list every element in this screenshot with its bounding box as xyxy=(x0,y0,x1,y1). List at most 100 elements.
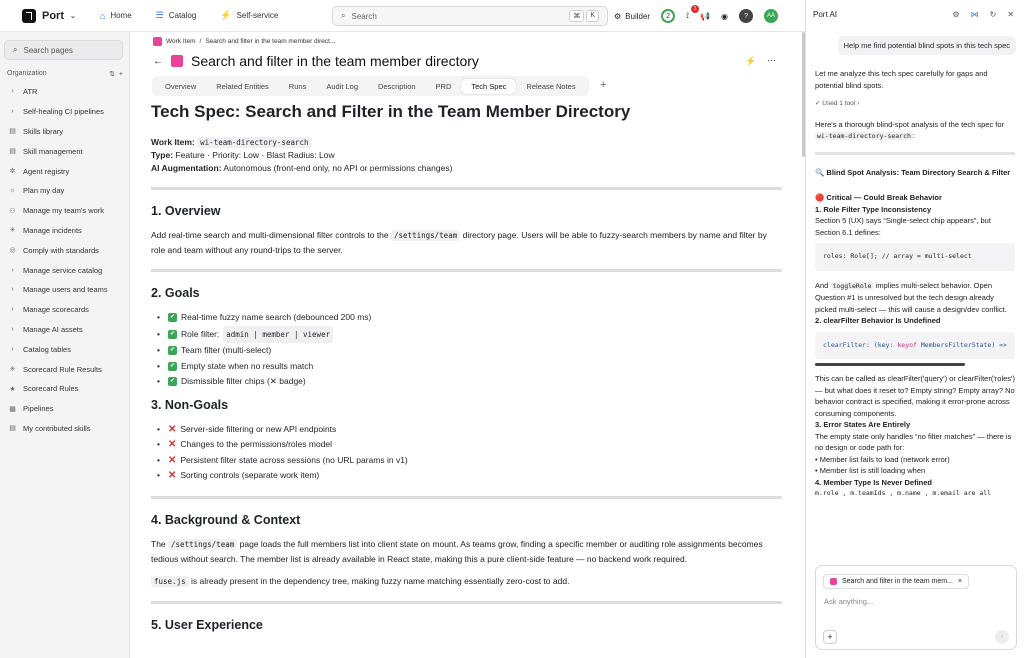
breadcrumb-root[interactable]: Work Item xyxy=(166,38,196,45)
check-icon: ✔ xyxy=(167,361,177,371)
sidebar-item-icon: ▤ xyxy=(9,128,16,136)
list-item: ✕Server-side filtering or new API endpoi… xyxy=(157,422,782,438)
type-value: Feature · Priority: Low · Blast Radius: … xyxy=(175,150,335,160)
sidebar-item[interactable]: › Manage service catalog xyxy=(0,260,129,280)
check-icon: ✔ xyxy=(167,329,177,339)
sidebar-item[interactable]: ▤ Skill management xyxy=(0,141,129,161)
port-logo[interactable]: Port ⌄ xyxy=(22,8,76,23)
global-search-input[interactable]: ⌕ Search ⌘ K xyxy=(332,6,608,26)
close-icon[interactable]: × xyxy=(958,578,962,585)
section-actions[interactable]: ⇅ + xyxy=(109,70,123,78)
sidebar-item[interactable]: ☼ Plan my day xyxy=(0,181,129,201)
sidebar-item-label: Self-healing CI pipelines xyxy=(23,107,104,117)
main-content: Work Item / Search and filter in the team … xyxy=(130,32,805,658)
sidebar-item[interactable]: ★ Scorecard Rules xyxy=(0,379,129,399)
nav-self-service-label: Self-service xyxy=(236,11,279,20)
issue-3-text: The empty state only handles “no filter … xyxy=(815,431,1012,453)
issue-4-text: m.role , m.teamIds , m.name , m.email ar… xyxy=(815,489,992,497)
add-tab-icon[interactable]: + xyxy=(600,79,606,91)
tab-bar: Overview Related Entities Runs Audit Log Des… xyxy=(152,76,589,96)
sidebar-item[interactable]: ⚇ Manage my team's work xyxy=(0,201,129,221)
sidebar-item[interactable]: ✳ Manage incidents xyxy=(0,221,129,241)
sidebar-item[interactable]: ▤ Skills library xyxy=(0,122,129,142)
tab-overview[interactable]: Overview xyxy=(155,79,206,94)
code-scrollbar[interactable] xyxy=(815,363,965,366)
sidebar-item-label: Agent registry xyxy=(23,166,70,176)
sidebar-item[interactable]: ◎ Comply with standards xyxy=(0,240,129,260)
sidebar-item-icon: ✲ xyxy=(9,168,16,176)
sidebar-item[interactable]: › ATR xyxy=(0,82,129,102)
tech-spec-document: Tech Spec: Search and Filter in the Team… xyxy=(151,100,782,642)
check-icon: ✔ xyxy=(167,377,177,387)
eye-icon[interactable]: ◉ xyxy=(721,12,728,21)
sidebar-item-icon: ★ xyxy=(9,385,16,393)
cube-icon xyxy=(830,578,837,585)
announcements-icon[interactable]: 📢 xyxy=(700,12,710,21)
tab-audit-log[interactable]: Audit Log xyxy=(316,79,368,94)
tab-related-entities[interactable]: Related Entities xyxy=(206,79,279,94)
sidebar-item[interactable]: › Self-healing CI pipelines xyxy=(0,102,129,122)
refresh-icon[interactable]: ↻ xyxy=(990,10,997,19)
vscode-icon[interactable]: ⋈ xyxy=(971,10,979,19)
nav-catalog[interactable]: ☰ Catalog xyxy=(156,10,197,21)
page-title-text: Search and filter in the team member dir… xyxy=(191,53,479,69)
cross-icon: ✕ xyxy=(167,423,177,435)
builder-button[interactable]: ⚙ Builder xyxy=(614,12,650,21)
sidebar-items: › ATR › Self-healing CI pipelines ▤ Skills li… xyxy=(0,82,129,438)
background-heading: 4. Background & Context xyxy=(151,512,301,527)
add-attachment-button[interactable]: + xyxy=(823,630,837,644)
sidebar-item-icon: ☼ xyxy=(9,187,16,195)
sidebar-item-icon: › xyxy=(11,306,14,314)
sidebar-item-icon: › xyxy=(11,286,14,294)
cube-icon xyxy=(153,37,162,46)
chevron-down-icon[interactable]: ⌄ xyxy=(70,12,76,20)
tab-prd[interactable]: PRD xyxy=(426,79,462,94)
settings-icon[interactable]: ⚙ xyxy=(952,10,959,19)
sidebar-item-label: Manage service catalog xyxy=(23,265,103,275)
sidebar-item-label: Plan my day xyxy=(23,186,65,196)
breadcrumb: Work Item / Search and filter in the team … xyxy=(153,37,335,46)
tool-usage-toggle[interactable]: ✓ Used 1 tool › xyxy=(815,98,1015,110)
more-icon[interactable]: ⋯ xyxy=(767,55,776,66)
back-arrow-icon[interactable]: ← xyxy=(153,56,163,67)
tab-description[interactable]: Description xyxy=(368,79,426,94)
nav-home[interactable]: ⌂ Home xyxy=(100,11,132,21)
sidebar-search-input[interactable]: ⌕ Search pages xyxy=(4,40,123,60)
search-icon: ⌕ xyxy=(341,11,346,20)
sidebar-item-icon: › xyxy=(11,88,14,96)
sidebar-item[interactable]: ▦ Pipelines xyxy=(0,399,129,419)
sidebar-item[interactable]: › Manage users and teams xyxy=(0,280,129,300)
bolt-icon: ⚡ xyxy=(220,10,232,20)
tab-runs[interactable]: Runs xyxy=(279,79,317,94)
close-icon[interactable]: ✕ xyxy=(1007,10,1014,19)
sidebar-item-label: Skill management xyxy=(23,146,83,156)
ai-label: AI Augmentation: xyxy=(151,163,222,173)
sidebar-item[interactable]: ✲ Agent registry xyxy=(0,161,129,181)
tab-tech-spec[interactable]: Tech Spec xyxy=(461,78,517,94)
tab-release-notes[interactable]: Release Notes xyxy=(516,79,585,94)
sidebar-item[interactable]: ✳ Scorecard Rule Results xyxy=(0,359,129,379)
issue-1-followup: And toggleRole implies multi-select beha… xyxy=(815,280,1007,314)
progress-ring-icon[interactable]: 2 xyxy=(661,9,676,23)
sidebar-item-icon: › xyxy=(11,266,14,274)
sidebar-item-icon: ▤ xyxy=(9,148,16,156)
ai-response: Let me analyze this tech spec carefully … xyxy=(815,68,1015,500)
sidebar-item-label: Manage my team's work xyxy=(23,206,105,216)
context-chip[interactable]: Search and filter in the team mem... × xyxy=(823,574,969,589)
sidebar-item[interactable]: › Manage scorecards xyxy=(0,300,129,320)
send-button[interactable]: ↑ xyxy=(995,630,1009,644)
sidebar-item-label: ATR xyxy=(23,87,38,97)
avatar[interactable]: AA xyxy=(764,9,779,23)
sidebar-item[interactable]: › Catalog tables xyxy=(0,339,129,359)
ai-panel-header: Port AI ⚙ ⋈ ↻ ✕ xyxy=(806,0,1024,28)
code-block: roles: Role[]; // array = multi-select xyxy=(815,243,1015,271)
bolt-icon[interactable]: ⚡ xyxy=(745,56,756,67)
breadcrumb-current: Search and filter in the team member dir… xyxy=(205,38,336,45)
sidebar-item[interactable]: › Manage AI assets xyxy=(0,320,129,340)
chat-input[interactable]: Search and filter in the team mem... × As… xyxy=(815,565,1017,650)
sidebar-item[interactable]: ▤ My contributed skills xyxy=(0,419,129,439)
sidebar-item-label: Comply with standards xyxy=(23,245,99,255)
nav-self-service[interactable]: ⚡ Self-service xyxy=(220,10,278,21)
notifications-icon[interactable]: ⟟ 1 xyxy=(686,5,700,21)
help-icon[interactable]: ? xyxy=(739,9,754,23)
